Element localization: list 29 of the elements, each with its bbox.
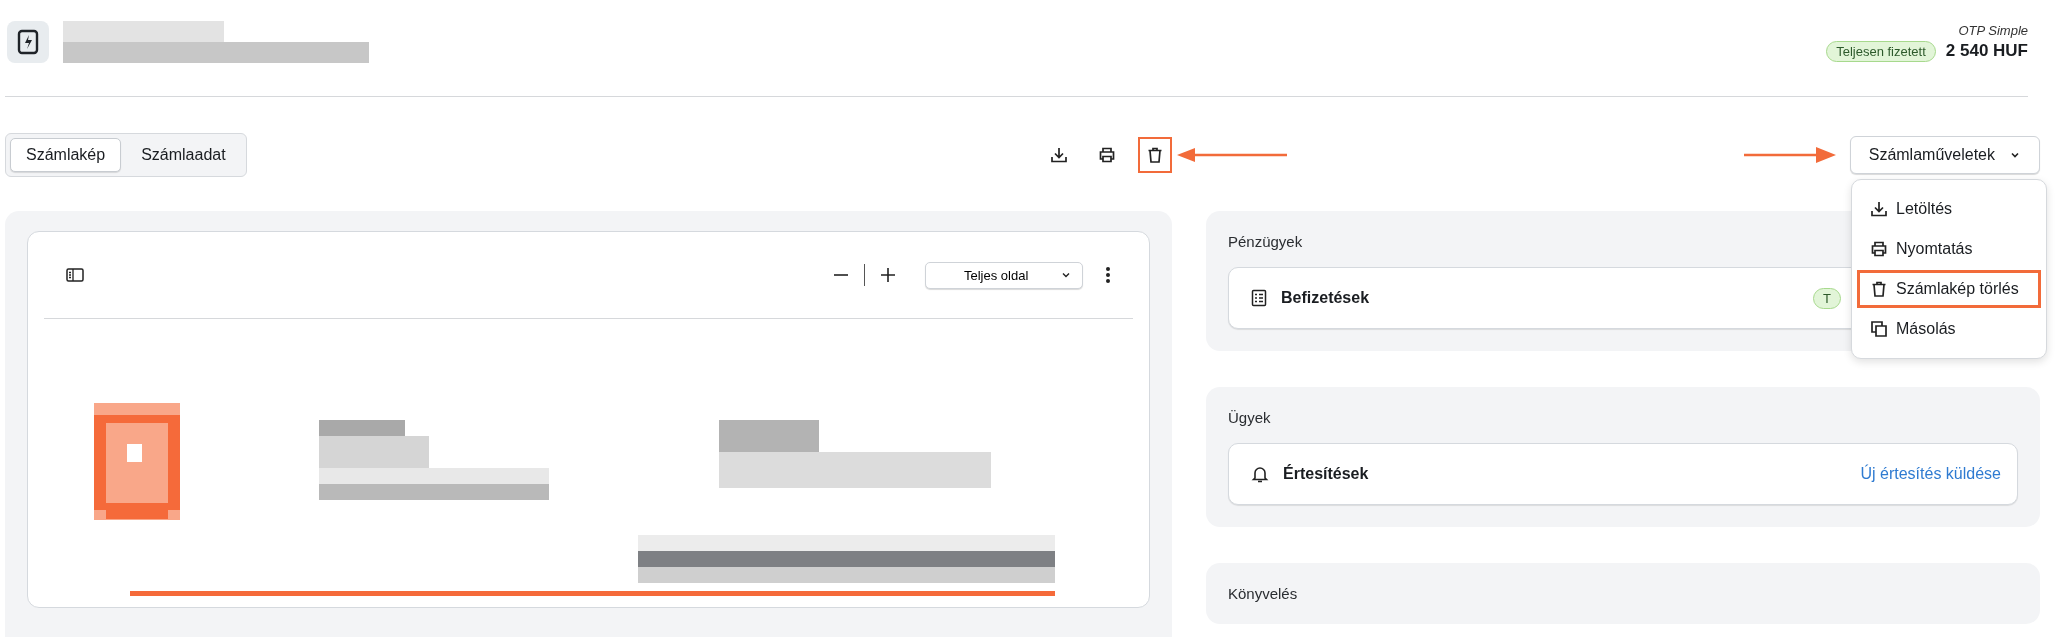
printer-icon xyxy=(1098,146,1116,164)
payment-provider: OTP Simple xyxy=(1958,22,2028,38)
status-badge: Teljesen fizetett xyxy=(1826,40,1936,62)
copy-icon xyxy=(1870,320,1888,338)
trash-button[interactable] xyxy=(1138,137,1172,173)
zoom-in-icon[interactable] xyxy=(879,266,897,284)
send-notification-link[interactable]: Új értesítés küldése xyxy=(1860,465,2001,483)
trash-icon xyxy=(1870,280,1888,298)
bell-icon xyxy=(1251,465,1269,483)
page-fit-select[interactable]: Teljes oldal xyxy=(925,261,1083,289)
row-title: Befizetések xyxy=(1281,289,1370,307)
row-title: Értesítések xyxy=(1283,465,1369,483)
list-document-icon xyxy=(1251,289,1267,307)
total-amount: 2 540 HUF xyxy=(1945,41,2028,61)
view-tab[interactable]: Számlaadat xyxy=(125,138,242,172)
menu-item[interactable]: Számlakép törlés xyxy=(1857,270,2041,308)
status-badge: T xyxy=(1813,287,1841,309)
more-options-icon[interactable] xyxy=(1105,265,1111,285)
printer-icon xyxy=(1870,240,1888,258)
section-title: Könyvelés xyxy=(1228,585,1298,602)
lightning-document-icon xyxy=(7,21,49,63)
trash-icon xyxy=(1146,146,1164,164)
section-title: Pénzügyek xyxy=(1228,233,1303,250)
section-title: Ügyek xyxy=(1228,409,1271,426)
download-icon xyxy=(1870,200,1888,218)
download-icon xyxy=(1050,146,1068,164)
invoice-actions-dropdown[interactable]: Számlaműveletek xyxy=(1849,136,2040,174)
sidebar-toggle-icon[interactable] xyxy=(66,268,84,282)
view-tab[interactable]: Számlakép xyxy=(10,138,122,172)
